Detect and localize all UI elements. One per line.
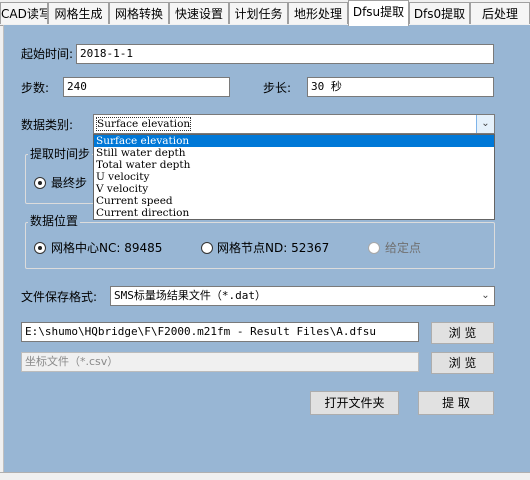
tab-quick-settings[interactable]: 快速设置 bbox=[169, 2, 229, 24]
dropdown-option-total-water-depth[interactable]: Total water depth bbox=[94, 159, 494, 171]
given-point-radio[interactable] bbox=[368, 242, 380, 254]
tab-cad[interactable]: CAD读写 bbox=[0, 2, 48, 24]
file-format-label: 文件保存格式: bbox=[21, 290, 98, 304]
data-position-group-title: 数据位置 bbox=[28, 214, 81, 228]
coord-file-input[interactable]: 坐标文件（*.csv） bbox=[21, 352, 419, 372]
tab-scheduled-tasks[interactable]: 计划任务 bbox=[229, 2, 288, 24]
data-type-dropdown-list: Surface elevation Still water depth Tota… bbox=[93, 134, 495, 220]
chevron-down-icon[interactable]: ⌄ bbox=[476, 115, 494, 133]
browse-coord-button[interactable]: 浏 览 bbox=[431, 352, 494, 374]
mesh-center-radio[interactable] bbox=[34, 242, 46, 254]
given-point-label: 给定点 bbox=[385, 241, 422, 255]
mesh-node-radio[interactable] bbox=[201, 242, 213, 254]
dropdown-option-current-direction[interactable]: Current direction bbox=[94, 207, 494, 219]
step-size-input[interactable]: 30 秒 bbox=[307, 77, 494, 97]
tab-bar: CAD读写 网格生成 网格转换 快速设置 计划任务 地形处理 Dfsu提取 Df… bbox=[0, 0, 530, 26]
chevron-down-icon[interactable]: ⌄ bbox=[477, 287, 494, 305]
file-path-input[interactable]: E:\shumo\HQbridge\F\F2000.m21fm - Result… bbox=[21, 322, 419, 342]
tab-dfsu-extract[interactable]: Dfsu提取 bbox=[348, 0, 409, 26]
start-time-input[interactable]: 2018-1-1 bbox=[76, 44, 494, 64]
final-step-radio[interactable] bbox=[34, 177, 46, 189]
data-type-label: 数据类别: bbox=[21, 118, 74, 132]
dropdown-option-current-speed[interactable]: Current speed bbox=[94, 195, 494, 207]
open-folder-button[interactable]: 打开文件夹 bbox=[310, 391, 399, 415]
start-time-label: 起始时间: bbox=[21, 47, 74, 61]
tab-postprocess[interactable]: 后处理 bbox=[470, 2, 530, 24]
data-type-selected-value: Surface elevation bbox=[95, 117, 192, 131]
dropdown-option-v-velocity[interactable]: V velocity bbox=[94, 183, 494, 195]
file-format-value: SMS标量场结果文件（*.dat） bbox=[114, 289, 266, 302]
data-type-select[interactable]: Surface elevation ⌄ bbox=[93, 114, 495, 134]
mesh-center-label: 网格中心NC: 89485 bbox=[51, 241, 163, 255]
browse-button[interactable]: 浏 览 bbox=[431, 322, 494, 344]
mesh-node-label: 网格节点ND: 52367 bbox=[217, 241, 330, 255]
file-format-select[interactable]: SMS标量场结果文件（*.dat） ⌄ bbox=[110, 286, 495, 306]
dropdown-option-u-velocity[interactable]: U velocity bbox=[94, 171, 494, 183]
tab-mesh-generation[interactable]: 网格生成 bbox=[48, 2, 109, 24]
steps-input[interactable]: 240 bbox=[63, 77, 230, 97]
steps-label: 步数: bbox=[21, 81, 50, 95]
tab-dfs0-extract[interactable]: Dfs0提取 bbox=[409, 2, 470, 24]
tab-mesh-conversion[interactable]: 网格转换 bbox=[109, 2, 169, 24]
final-step-label: 最终步 bbox=[51, 176, 88, 190]
extract-button[interactable]: 提 取 bbox=[418, 391, 494, 415]
extract-step-group-title: 提取时间步 bbox=[28, 147, 93, 161]
step-size-label: 步长: bbox=[263, 81, 292, 95]
dropdown-option-still-water-depth[interactable]: Still water depth bbox=[94, 147, 494, 159]
dropdown-option-surface-elevation[interactable]: Surface elevation bbox=[94, 135, 494, 147]
tab-terrain[interactable]: 地形处理 bbox=[288, 2, 348, 24]
